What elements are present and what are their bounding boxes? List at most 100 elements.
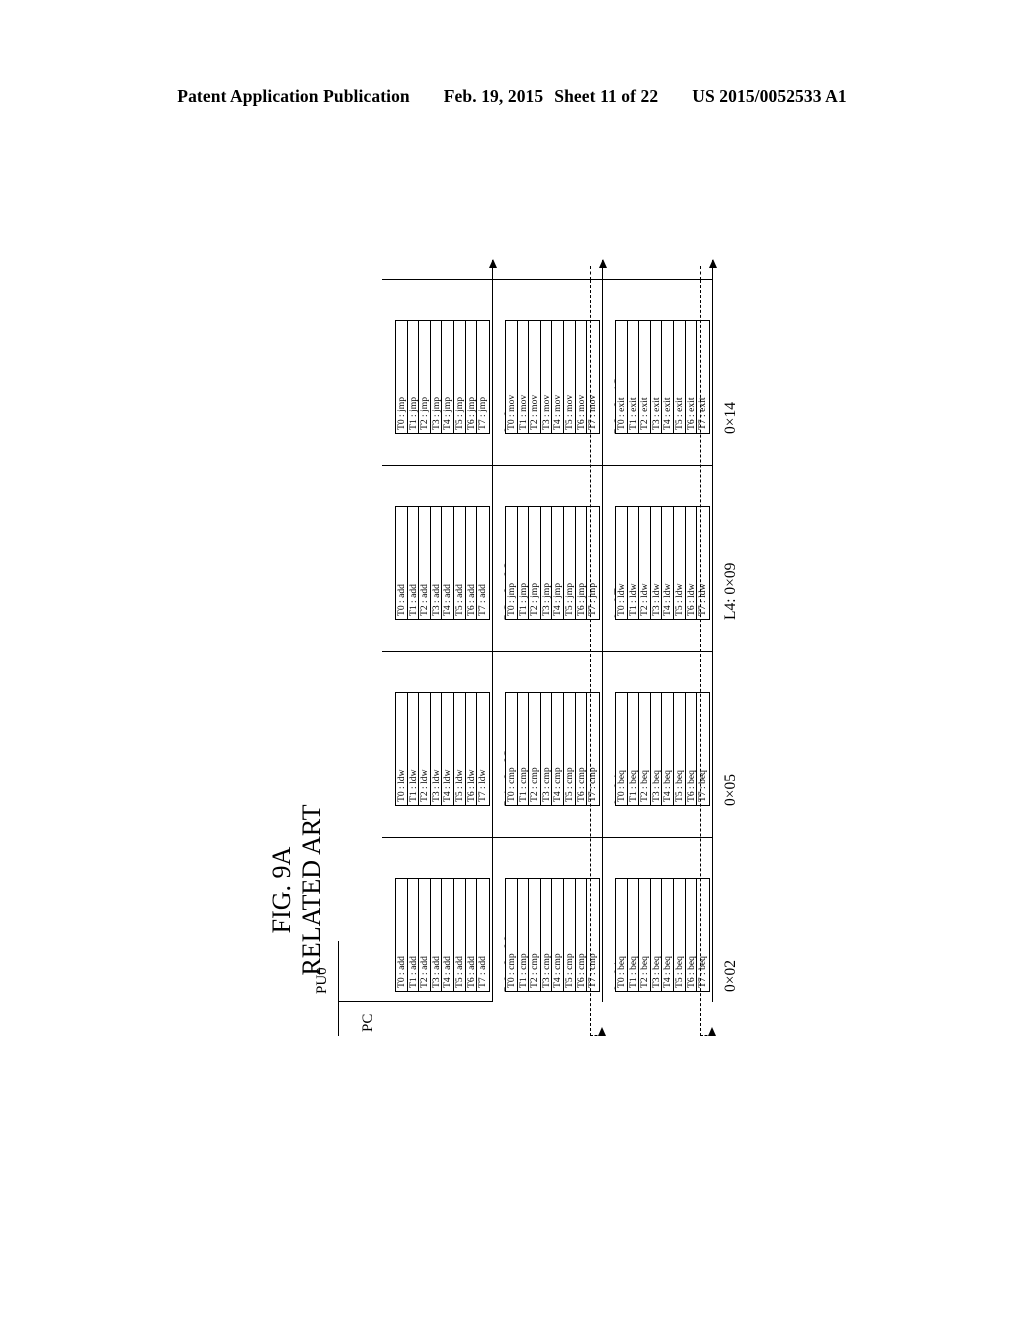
thread-cell-t2[interactable]: T2 : jmp <box>419 321 431 433</box>
thread-cell-t4[interactable]: T4 : cmp <box>552 693 564 805</box>
thread-cell-t0[interactable]: T0 : beq <box>616 693 628 805</box>
instruction-block[interactable]: T0 : add T1 : add T2 : add T3 : add T4 : add… <box>395 506 490 620</box>
thread-cell-t4[interactable]: T4 : add <box>442 507 454 619</box>
thread-cell-t7[interactable]: T7 : ldw <box>697 507 709 619</box>
thread-cell-t0[interactable]: T0 : cmp <box>506 693 518 805</box>
instruction-block[interactable]: T0 : exit T1 : exit T2 : exit T3 : exit T4 :… <box>615 320 710 434</box>
thread-cell-t2[interactable]: T2 : add <box>419 507 431 619</box>
thread-cell-t3[interactable]: T3 : add <box>430 879 443 991</box>
thread-cell-t1[interactable]: T1 : beq <box>627 879 640 991</box>
thread-cell-t6[interactable]: T6 : ldw <box>685 507 698 619</box>
thread-cell-t5[interactable]: T5 : exit <box>673 321 686 433</box>
thread-cell-t1[interactable]: T1 : exit <box>627 321 640 433</box>
thread-cell-t5[interactable]: T5 : cmp <box>563 693 576 805</box>
thread-cell-t5[interactable]: T5 : beq <box>673 693 686 805</box>
thread-cell-t7[interactable]: T7 : cmp <box>587 879 599 991</box>
thread-cell-t2[interactable]: T2 : exit <box>639 321 651 433</box>
thread-cell-t0[interactable]: T0 : cmp <box>506 879 518 991</box>
thread-cell-t5[interactable]: T5 : add <box>453 879 466 991</box>
thread-cell-t0[interactable]: T0 : add <box>396 507 408 619</box>
instruction-block[interactable]: T0 : beq T1 : beq T2 : beq T3 : beq T4 : beq… <box>615 692 710 806</box>
thread-cell-t2[interactable]: T2 : beq <box>639 879 651 991</box>
thread-cell-t2[interactable]: T2 : mov <box>529 321 541 433</box>
thread-cell-t1[interactable]: T1 : cmp <box>517 693 530 805</box>
thread-cell-t1[interactable]: T1 : mov <box>517 321 530 433</box>
thread-cell-t6[interactable]: T6 : jmp <box>465 321 478 433</box>
thread-cell-t6[interactable]: T6 : beq <box>685 879 698 991</box>
thread-cell-t1[interactable]: T1 : ldw <box>627 507 640 619</box>
thread-cell-t1[interactable]: T1 : add <box>407 507 420 619</box>
thread-cell-t6[interactable]: T6 : cmp <box>575 879 588 991</box>
thread-cell-t0[interactable]: T0 : ldw <box>616 507 628 619</box>
instruction-block[interactable]: T0 : cmp T1 : cmp T2 : cmp T3 : cmp T4 : cmp… <box>505 878 600 992</box>
instruction-block[interactable]: T0 : ldw T1 : ldw T2 : ldw T3 : ldw T4 : ldw… <box>395 692 490 806</box>
thread-cell-t6[interactable]: T6 : jmp <box>575 507 588 619</box>
thread-cell-t0[interactable]: T0 : jmp <box>506 507 518 619</box>
thread-cell-t3[interactable]: T3 : jmp <box>430 321 443 433</box>
thread-cell-t2[interactable]: T2 : beq <box>639 693 651 805</box>
thread-cell-t3[interactable]: T3 : exit <box>650 321 663 433</box>
thread-cell-t3[interactable]: T3 : beq <box>650 693 663 805</box>
thread-cell-t3[interactable]: T3 : jmp <box>540 507 553 619</box>
instruction-block[interactable]: T0 : beq T1 : beq T2 : beq T3 : beq T4 : beq… <box>615 878 710 992</box>
thread-cell-t2[interactable]: T2 : ldw <box>419 693 431 805</box>
thread-cell-t7[interactable]: T7 : cmp <box>587 693 599 805</box>
thread-cell-t3[interactable]: T3 : add <box>430 507 443 619</box>
thread-cell-t5[interactable]: T5 : beq <box>673 879 686 991</box>
thread-cell-t0[interactable]: T0 : mov <box>506 321 518 433</box>
thread-cell-t5[interactable]: T5 : jmp <box>563 507 576 619</box>
thread-cell-t7[interactable]: T7 : beq <box>697 879 709 991</box>
thread-cell-t7[interactable]: T7 : ldw <box>477 693 489 805</box>
thread-cell-t5[interactable]: T5 : ldw <box>453 693 466 805</box>
thread-cell-t6[interactable]: T6 : exit <box>685 321 698 433</box>
thread-cell-t0[interactable]: T0 : add <box>396 879 408 991</box>
thread-cell-t4[interactable]: T4 : ldw <box>662 507 674 619</box>
thread-cell-t2[interactable]: T2 : jmp <box>529 507 541 619</box>
thread-cell-t6[interactable]: T6 : beq <box>685 693 698 805</box>
thread-cell-t1[interactable]: T1 : ldw <box>407 693 420 805</box>
thread-cell-t3[interactable]: T3 : ldw <box>430 693 443 805</box>
thread-cell-t7[interactable]: T7 : jmp <box>587 507 599 619</box>
instruction-block[interactable]: T0 : ldw T1 : ldw T2 : ldw T3 : ldw T4 : ldw… <box>615 506 710 620</box>
thread-cell-t7[interactable]: T7 : mov <box>587 321 599 433</box>
thread-cell-t0[interactable]: T0 : jmp <box>396 321 408 433</box>
thread-cell-t1[interactable]: T1 : jmp <box>517 507 530 619</box>
thread-cell-t5[interactable]: T5 : mov <box>563 321 576 433</box>
thread-cell-t4[interactable]: T4 : beq <box>662 879 674 991</box>
thread-cell-t5[interactable]: T5 : cmp <box>563 879 576 991</box>
thread-cell-t4[interactable]: T4 : beq <box>662 693 674 805</box>
thread-cell-t6[interactable]: T6 : mov <box>575 321 588 433</box>
thread-cell-t5[interactable]: T5 : jmp <box>453 321 466 433</box>
thread-cell-t6[interactable]: T6 : cmp <box>575 693 588 805</box>
thread-cell-t7[interactable]: T7 : exit <box>697 321 709 433</box>
thread-cell-t4[interactable]: T4 : jmp <box>442 321 454 433</box>
thread-cell-t5[interactable]: T5 : ldw <box>673 507 686 619</box>
thread-cell-t4[interactable]: T4 : mov <box>552 321 564 433</box>
thread-cell-t2[interactable]: T2 : ldw <box>639 507 651 619</box>
instruction-block[interactable]: T0 : jmp T1 : jmp T2 : jmp T3 : jmp T4 : jmp… <box>395 320 490 434</box>
thread-cell-t3[interactable]: T3 : beq <box>650 879 663 991</box>
thread-cell-t2[interactable]: T2 : cmp <box>529 879 541 991</box>
instruction-block[interactable]: T0 : cmp T1 : cmp T2 : cmp T3 : cmp T4 : cmp… <box>505 692 600 806</box>
thread-cell-t5[interactable]: T5 : add <box>453 507 466 619</box>
thread-cell-t4[interactable]: T4 : cmp <box>552 879 564 991</box>
thread-cell-t4[interactable]: T4 : ldw <box>442 693 454 805</box>
thread-cell-t6[interactable]: T6 : ldw <box>465 693 478 805</box>
thread-cell-t7[interactable]: T7 : add <box>477 879 489 991</box>
thread-cell-t7[interactable]: T7 : beq <box>697 693 709 805</box>
instruction-block[interactable]: T0 : add T1 : add T2 : add T3 : add T4 : add… <box>395 878 490 992</box>
instruction-block[interactable]: T0 : jmp T1 : jmp T2 : jmp T3 : jmp T4 : jmp… <box>505 506 600 620</box>
thread-cell-t3[interactable]: T3 : cmp <box>540 693 553 805</box>
thread-cell-t0[interactable]: T0 : beq <box>616 879 628 991</box>
thread-cell-t1[interactable]: T1 : add <box>407 879 420 991</box>
thread-cell-t7[interactable]: T7 : add <box>477 507 489 619</box>
thread-cell-t4[interactable]: T4 : jmp <box>552 507 564 619</box>
thread-cell-t3[interactable]: T3 : ldw <box>650 507 663 619</box>
thread-cell-t7[interactable]: T7 : jmp <box>477 321 489 433</box>
thread-cell-t3[interactable]: T3 : cmp <box>540 879 553 991</box>
thread-cell-t1[interactable]: T1 : jmp <box>407 321 420 433</box>
thread-cell-t1[interactable]: T1 : cmp <box>517 879 530 991</box>
thread-cell-t2[interactable]: T2 : cmp <box>529 693 541 805</box>
instruction-block[interactable]: T0 : mov T1 : mov T2 : mov T3 : mov T4 : mov… <box>505 320 600 434</box>
thread-cell-t0[interactable]: T0 : exit <box>616 321 628 433</box>
